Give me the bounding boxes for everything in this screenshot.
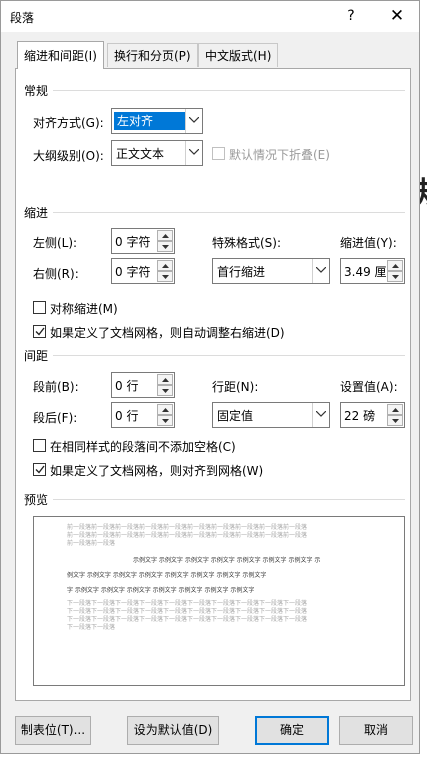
preview-sample-line: 例文字 示例文字 示例文字 示例文字 示例文字 示例文字 示例文字 示例文字 — [67, 572, 267, 579]
preview-next-line: 下一段落下一段落下一段落下一段落下一段落下一段落下一段落下一段落下一段落下一段落 — [67, 608, 308, 615]
line-spacing-label: 行距(N): — [212, 380, 259, 394]
indent-divider — [53, 212, 405, 213]
snap-to-grid-label: 如果定义了文档网格，则对齐到网格(W) — [50, 464, 264, 478]
line-spacing-value: 固定值 — [217, 409, 254, 423]
space-after-label: 段后(F): — [33, 411, 78, 425]
collapse-default-checkbox[interactable] — [212, 147, 225, 160]
spin-up-icon[interactable] — [157, 374, 173, 385]
set-default-button[interactable]: 设为默认值(D) — [127, 716, 219, 745]
chevron-down-icon[interactable] — [185, 109, 202, 133]
tabs-button[interactable]: 制表位(T)... — [15, 716, 91, 745]
special-indent-value: 首行缩进 — [217, 265, 266, 279]
title-bar: 段落 ? ✕ — [1, 1, 419, 32]
cancel-button[interactable]: 取消 — [339, 716, 413, 745]
spacing-at-spinner[interactable]: 22 磅 — [340, 402, 405, 428]
alignment-label: 对齐方式(G): — [33, 116, 104, 130]
tab-indents-and-spacing[interactable]: 缩进和间距(I) — [17, 41, 104, 69]
indent-by-value: 3.49 厘米 — [344, 265, 386, 279]
dialog-title: 段落 — [10, 11, 35, 25]
left-indent-label: 左侧(L): — [33, 236, 78, 250]
preview-heading: 预览 — [24, 493, 49, 507]
snap-to-grid-checkbox[interactable] — [33, 463, 46, 476]
spin-down-icon[interactable] — [387, 271, 403, 282]
spin-down-icon[interactable] — [387, 415, 403, 426]
spin-up-icon[interactable] — [387, 260, 403, 271]
left-indent-value: 0 字符 — [115, 235, 151, 249]
space-before-value: 0 行 — [115, 379, 139, 393]
spin-up-icon[interactable] — [157, 230, 173, 241]
left-indent-spinner[interactable]: 0 字符 — [111, 228, 175, 254]
alignment-select[interactable]: 左对齐 — [111, 108, 203, 134]
spin-down-icon[interactable] — [157, 241, 173, 252]
tab-asian-typography[interactable]: 中文版式(H) — [198, 43, 279, 67]
spin-down-icon[interactable] — [157, 385, 173, 396]
mirror-indents-label: 对称缩进(M) — [50, 302, 118, 316]
paragraph-preview: 前一段落前一段落前一段落前一段落前一段落前一段落前一段落前一段落前一段落前一段落… — [33, 516, 405, 686]
right-indent-label: 右侧(R): — [33, 267, 79, 281]
preview-next-line: 下一段落下一段落 — [67, 624, 116, 631]
indent-heading: 缩进 — [24, 206, 49, 220]
spacing-at-label: 设置值(A): — [340, 380, 398, 394]
chevron-down-icon[interactable] — [312, 403, 329, 427]
preview-divider — [53, 499, 405, 500]
auto-adjust-indent-label: 如果定义了文档网格，则自动调整右缩进(D) — [50, 326, 285, 340]
collapse-default-label: 默认情况下折叠(E) — [229, 148, 330, 162]
outline-level-label: 大纲级别(O): — [33, 149, 104, 163]
spacing-at-value: 22 磅 — [344, 409, 376, 423]
preview-next-line: 下一段落下一段落下一段落下一段落下一段落下一段落下一段落下一段落下一段落下一段落 — [67, 600, 308, 607]
spin-down-icon[interactable] — [157, 271, 173, 282]
preview-previous-line: 前一段落前一段落 — [67, 540, 116, 547]
spacing-divider — [53, 355, 405, 356]
document-background-bottom — [0, 754, 427, 762]
document-background — [420, 0, 427, 762]
outline-level-select[interactable]: 正文文本 — [111, 140, 203, 166]
outline-level-value: 正文文本 — [116, 147, 165, 161]
general-divider — [53, 90, 405, 91]
auto-adjust-indent-checkbox[interactable] — [33, 325, 46, 338]
special-indent-select[interactable]: 首行缩进 — [212, 258, 330, 284]
mirror-indents-checkbox[interactable] — [33, 301, 46, 314]
general-heading: 常规 — [24, 84, 49, 98]
space-after-spinner[interactable]: 0 行 — [111, 402, 175, 428]
help-button[interactable]: ? — [339, 5, 363, 27]
indent-by-spinner[interactable]: 3.49 厘米 — [340, 258, 405, 284]
line-spacing-select[interactable]: 固定值 — [212, 402, 330, 428]
ok-button[interactable]: 确定 — [255, 716, 329, 745]
close-button[interactable]: ✕ — [383, 5, 411, 27]
preview-previous-line: 前一段落前一段落前一段落前一段落前一段落前一段落前一段落前一段落前一段落前一段落 — [67, 532, 308, 539]
spacing-heading: 间距 — [24, 349, 49, 363]
spin-up-icon[interactable] — [157, 260, 173, 271]
no-space-same-style-label: 在相同样式的段落间不添加空格(C) — [50, 440, 236, 454]
spin-down-icon[interactable] — [157, 415, 173, 426]
preview-previous-line: 前一段落前一段落前一段落前一段落前一段落前一段落前一段落前一段落前一段落前一段落 — [67, 524, 308, 531]
preview-sample-line: 字 示例文字 示例文字 示例文字 示例文字 示例文字 示例文字 示例文字 — [67, 587, 255, 594]
space-before-spinner[interactable]: 0 行 — [111, 372, 175, 398]
preview-next-line: 下一段落下一段落下一段落下一段落下一段落下一段落下一段落下一段落下一段落下一段落 — [67, 616, 308, 623]
spin-up-icon[interactable] — [387, 404, 403, 415]
chevron-down-icon[interactable] — [185, 141, 202, 165]
tab-line-and-page-breaks[interactable]: 换行和分页(P) — [107, 43, 198, 67]
alignment-value: 左对齐 — [114, 112, 186, 130]
preview-sample-line: 示例文字 示例文字 示例文字 示例文字 示例文字 示例文字 示例文字 示 — [133, 557, 321, 564]
paragraph-dialog: 段落 ? ✕ 缩进和间距(I) 换行和分页(P) 中文版式(H) 常规 对齐方式… — [0, 0, 420, 754]
indent-by-label: 缩进值(Y): — [340, 236, 397, 250]
special-indent-label: 特殊格式(S): — [212, 236, 282, 250]
right-indent-spinner[interactable]: 0 字符 — [111, 258, 175, 284]
right-indent-value: 0 字符 — [115, 265, 151, 279]
space-before-label: 段前(B): — [33, 380, 79, 394]
spin-up-icon[interactable] — [157, 404, 173, 415]
space-after-value: 0 行 — [115, 409, 139, 423]
chevron-down-icon[interactable] — [312, 259, 329, 283]
no-space-same-style-checkbox[interactable] — [33, 439, 46, 452]
